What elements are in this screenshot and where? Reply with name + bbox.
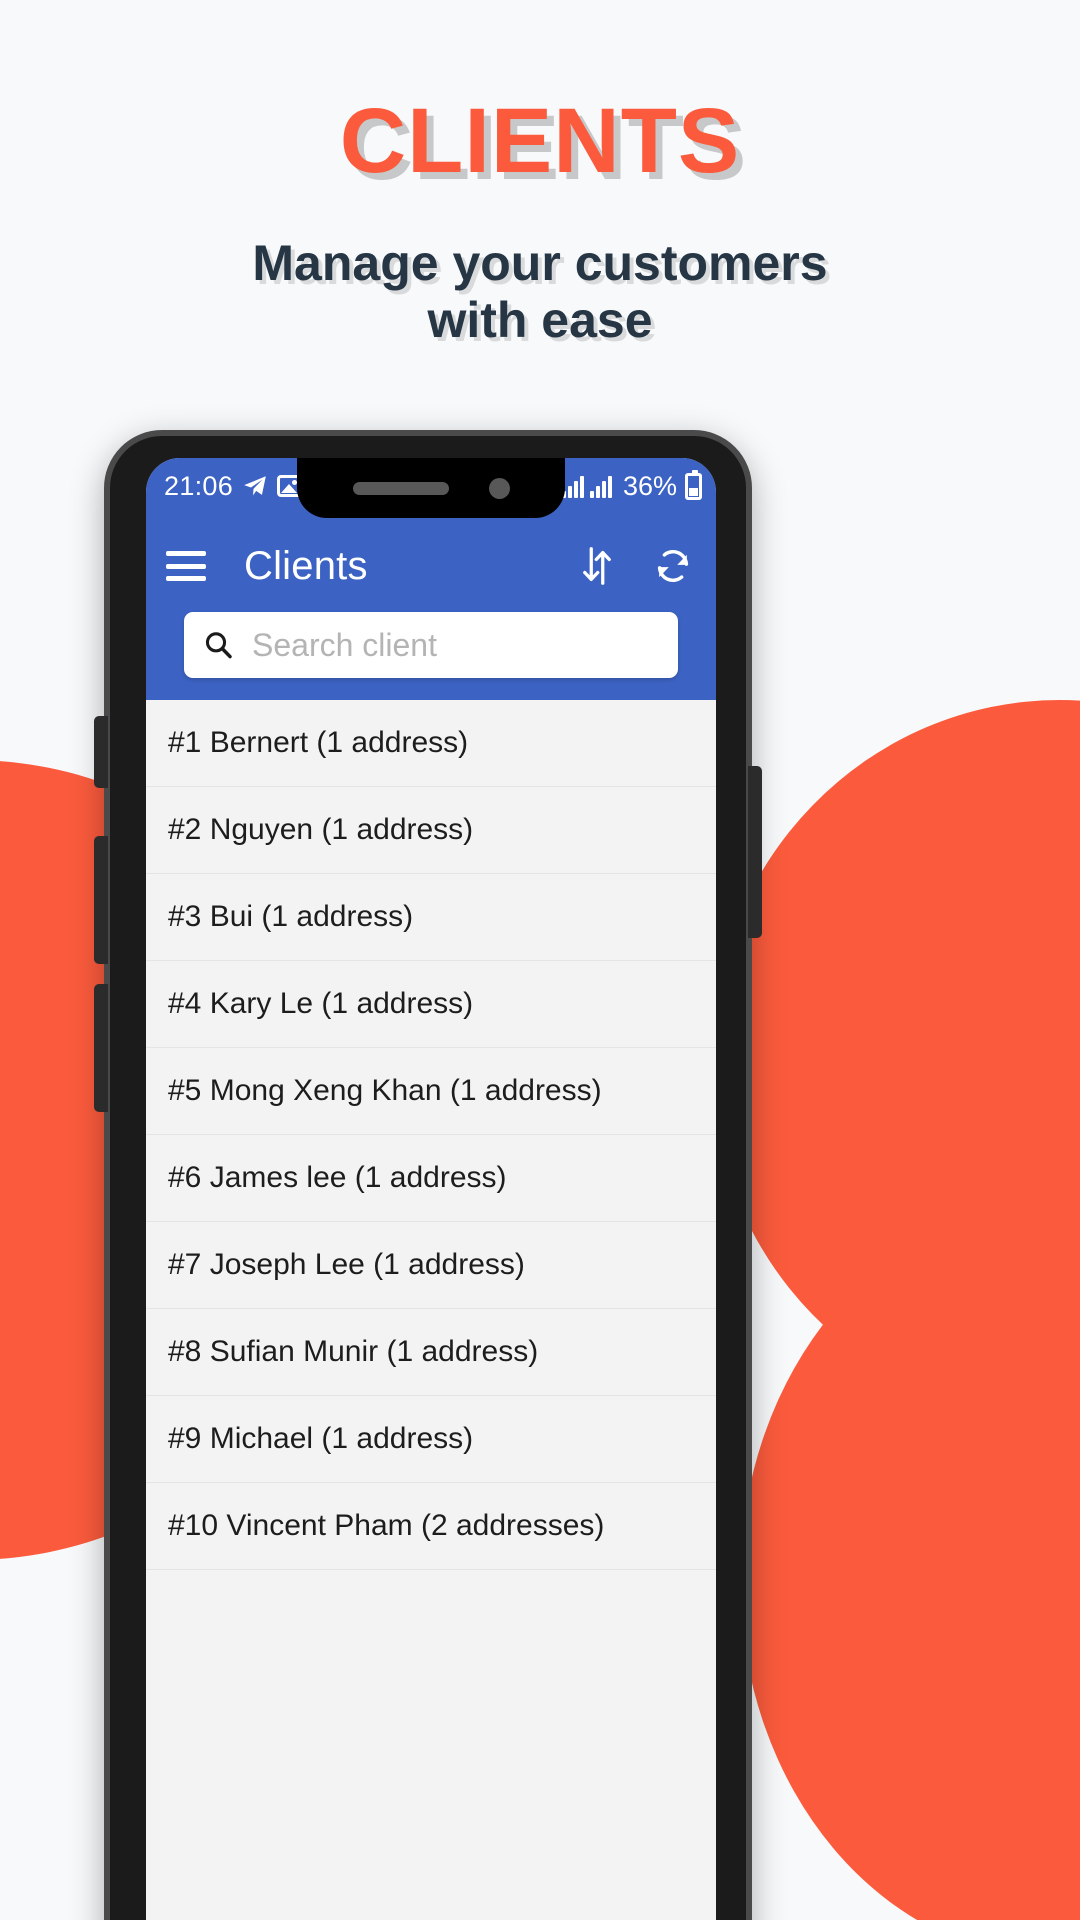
status-bar-clock: 21:06 [164,470,234,501]
signal-bars-icon-2 [589,474,612,498]
list-item[interactable]: #8 Sufian Munir (1 address) [146,1309,716,1396]
page-subtitle-line-1: Manage your customers [252,235,828,291]
front-camera [488,477,510,499]
list-item[interactable]: #1 Bernert (1 address) [146,700,716,787]
battery-percent-label: 36% [622,470,677,501]
list-item[interactable]: #6 James lee (1 address) [146,1135,716,1222]
earpiece-speaker [352,481,449,495]
status-bar-right: 36% [561,469,702,502]
volume-up-button[interactable] [94,716,108,788]
search-input[interactable] [252,626,660,664]
phone-screen: 21:06 36% Clients Search client #1 Berne… [146,458,716,1920]
list-item[interactable]: #7 Joseph Lee (1 address) [146,1222,716,1309]
list-item[interactable]: #3 Bui (1 address) [146,874,716,961]
list-item[interactable]: #2 Nguyen (1 address) [146,787,716,874]
signal-bars-icon [561,474,584,498]
hamburger-menu-icon[interactable] [166,551,206,581]
battery-icon [685,469,702,500]
telegram-icon [244,476,266,496]
app-bar-title: Clients [244,543,368,588]
app-bar-row: Clients [166,528,696,604]
client-list[interactable]: #1 Bernert (1 address) #2 Nguyen (1 addr… [146,700,716,1920]
status-bar-left: 21:06 [164,470,304,502]
sync-refresh-icon[interactable] [650,543,696,589]
app-bar: Clients [146,514,716,700]
page-subtitle-line-2: with ease [427,291,653,348]
volume-down-button[interactable] [94,836,108,964]
sort-arrows-icon[interactable] [574,543,620,589]
hero-section: CLIENTS Manage your customers with ease [0,0,1080,348]
page-subtitle: Manage your customers with ease [0,235,1080,348]
list-item[interactable]: #4 Kary Le (1 address) [146,961,716,1048]
phone-notch [297,458,565,518]
search-box[interactable] [184,612,678,678]
search-container [166,604,696,700]
orange-blob-right-lower [740,1200,1080,1920]
search-icon [205,632,232,659]
power-button[interactable] [748,766,762,938]
app-bar-actions [574,543,696,589]
volume-down-button-lower[interactable] [94,984,108,1112]
list-item[interactable]: #5 Mong Xeng Khan (1 address) [146,1048,716,1135]
page-title: CLIENTS [339,90,741,192]
list-item[interactable]: #9 Michael (1 address) [146,1396,716,1483]
list-item[interactable]: #10 Vincent Pham (2 addresses) [146,1483,716,1570]
phone-mockup: 21:06 36% Clients Search client #1 Berne… [94,430,762,1920]
